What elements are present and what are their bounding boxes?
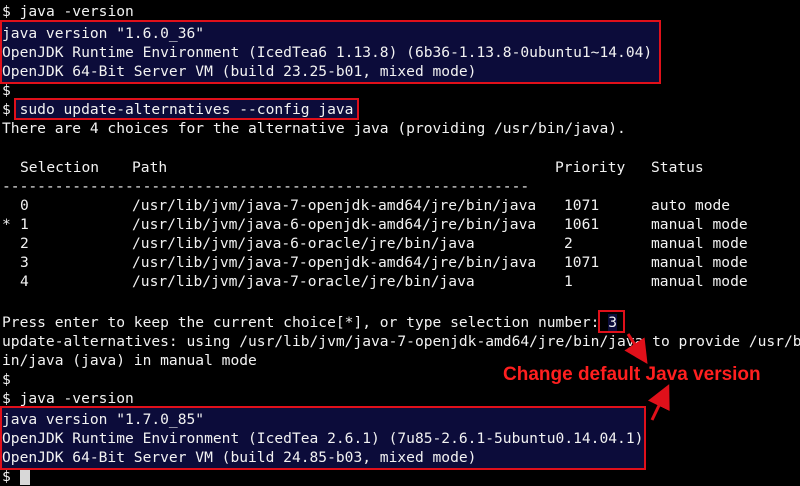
arrow-icon xyxy=(624,333,670,421)
terminal-window[interactable]: $ java -version java version "1.6.0_36" … xyxy=(0,0,800,486)
arrow-to-selection xyxy=(624,333,648,365)
arrow-to-new-version xyxy=(647,384,670,421)
